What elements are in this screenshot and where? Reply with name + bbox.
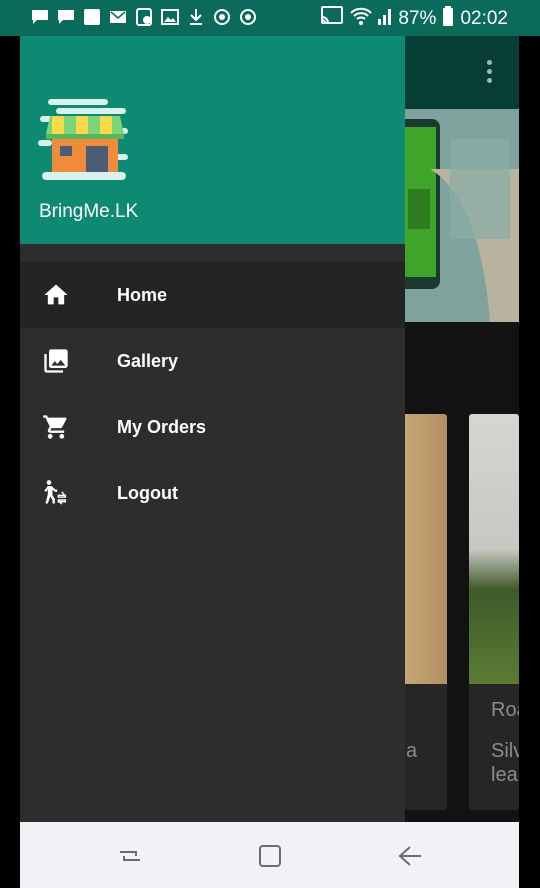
menu-label: Logout (117, 482, 178, 503)
home-button-icon[interactable] (256, 842, 284, 870)
menu-label: Gallery (117, 350, 179, 371)
store-logo (38, 94, 130, 184)
recents-icon[interactable] (116, 842, 144, 870)
mail-icon (108, 7, 127, 26)
logout-icon (42, 479, 70, 507)
product-title: Roa (491, 699, 519, 721)
drawer-header: BringMe.LK (20, 36, 405, 244)
sync-icon (238, 7, 257, 26)
clock: 02:02 (460, 8, 508, 29)
drawer-menu: Home Gallery My Orders Logout (20, 262, 405, 526)
menu-item-home[interactable]: Home (20, 262, 405, 328)
chat-icon (30, 7, 49, 26)
download-icon (186, 7, 205, 26)
alarm-icon (134, 7, 153, 26)
overflow-menu-icon[interactable] (487, 60, 493, 86)
gallery-icon (42, 347, 70, 375)
cast-icon (320, 6, 344, 32)
chat-icon (56, 7, 75, 26)
menu-label: My Orders (117, 416, 207, 437)
menu-item-logout[interactable]: Logout (20, 460, 405, 526)
image-icon (160, 7, 179, 26)
product-card[interactable]: Roa Silv lea (469, 414, 519, 810)
brand-name: BringMe.LK (39, 201, 139, 222)
menu-item-gallery[interactable]: Gallery (20, 328, 405, 394)
home-icon (42, 281, 70, 309)
system-nav-bar (20, 822, 519, 888)
screen: a Roa Silv lea (20, 0, 519, 888)
menu-label: Home (117, 284, 168, 305)
back-icon[interactable] (396, 842, 424, 870)
status-bar: 87% 02:02 (0, 0, 540, 36)
product-image (469, 414, 519, 684)
cart-icon (42, 413, 70, 441)
signal-icon (378, 7, 392, 31)
product-card-text: a (406, 740, 418, 762)
battery-text: 87% (398, 8, 437, 29)
product-subtitle-2: lea (491, 764, 518, 786)
wifi-icon (350, 6, 373, 32)
menu-item-my-orders[interactable]: My Orders (20, 394, 405, 460)
square-icon (82, 7, 101, 26)
sync-icon (212, 7, 231, 26)
navigation-drawer: BringMe.LK Home Gallery My Orders Logout (20, 36, 405, 822)
product-subtitle-1: Silv (491, 740, 519, 762)
battery-icon (442, 6, 454, 32)
